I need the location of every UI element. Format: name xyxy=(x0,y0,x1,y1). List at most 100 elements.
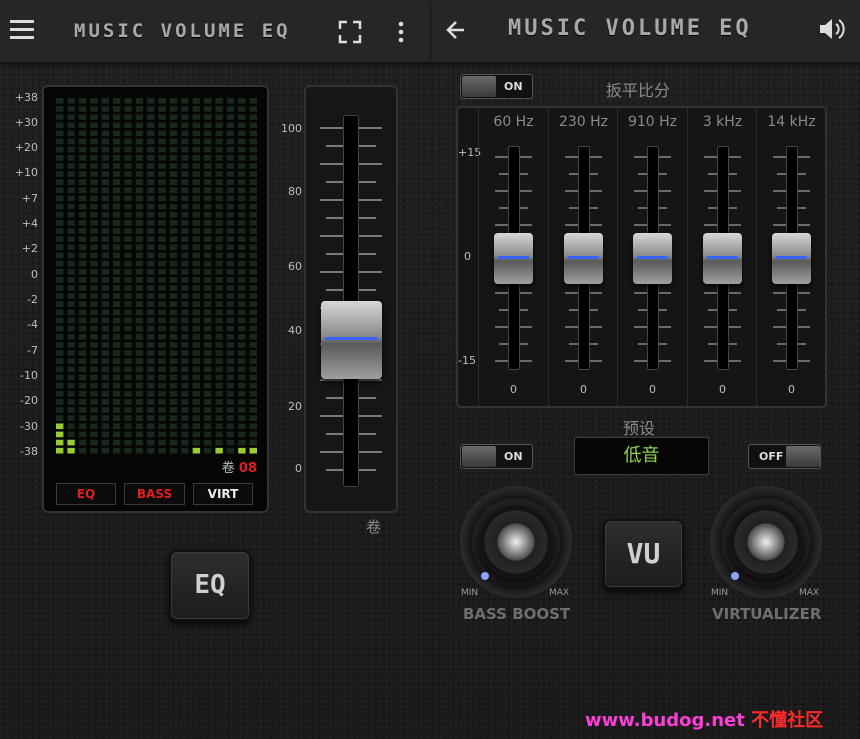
vu-segment xyxy=(226,325,235,332)
eq-band-handle[interactable] xyxy=(633,233,672,284)
vu-segment xyxy=(112,220,121,226)
vu-segment xyxy=(238,228,246,234)
vu-segment xyxy=(147,447,155,454)
vu-segment xyxy=(78,220,87,226)
vu-button[interactable]: VU xyxy=(603,519,684,589)
vu-segment xyxy=(204,203,212,210)
reset-label[interactable]: 扳平比分 xyxy=(606,77,670,101)
vu-segment xyxy=(226,390,235,397)
vu-segment xyxy=(215,187,223,194)
tab-bass[interactable]: BASS xyxy=(124,483,185,505)
vu-segment xyxy=(135,333,144,340)
vu-segment xyxy=(215,342,223,348)
db-label: +20 xyxy=(14,141,38,154)
vu-segment xyxy=(249,122,257,129)
vu-segment xyxy=(112,114,121,120)
db-label: +7 xyxy=(21,192,38,205)
vu-segment xyxy=(169,203,178,210)
vu-segment xyxy=(158,301,166,308)
vu-segment xyxy=(147,114,155,120)
vu-segment xyxy=(204,154,212,161)
vu-segment xyxy=(181,350,189,356)
speaker-icon[interactable] xyxy=(818,16,846,42)
virtualizer-knob[interactable] xyxy=(729,505,803,579)
vu-segment xyxy=(78,390,87,397)
eq-band-frequency: 60 Hz xyxy=(493,114,534,130)
vu-segment xyxy=(124,407,132,413)
vu-segment xyxy=(249,114,257,120)
vu-segment xyxy=(215,98,223,104)
vu-segment xyxy=(249,146,257,153)
vu-segment xyxy=(192,146,201,153)
vu-segment xyxy=(158,350,166,356)
vu-segment xyxy=(67,382,75,389)
vu-segment xyxy=(215,106,223,112)
vu-segment xyxy=(215,163,223,169)
vu-segment xyxy=(135,260,144,267)
eq-band-value: 0 xyxy=(649,383,656,396)
eq-band-handle[interactable] xyxy=(703,233,742,284)
vu-segment xyxy=(101,333,109,340)
vu-segment xyxy=(192,342,201,348)
vu-segment xyxy=(124,244,132,251)
db-label: -10 xyxy=(20,369,38,382)
menu-icon[interactable] xyxy=(10,20,34,40)
vu-segment xyxy=(204,146,212,153)
vu-segment xyxy=(158,333,166,340)
vu-segment xyxy=(135,122,144,129)
volume-slider-handle[interactable] xyxy=(321,301,382,379)
eq-band-handle[interactable] xyxy=(564,233,603,284)
vu-segment xyxy=(192,122,201,129)
vu-segment xyxy=(147,236,155,242)
vu-segment xyxy=(135,163,144,169)
vu-segment xyxy=(158,171,166,177)
vu-segment xyxy=(169,358,178,364)
vu-segment xyxy=(124,317,132,324)
vu-segment xyxy=(238,390,246,397)
eq-toggle[interactable]: ON xyxy=(460,74,533,99)
vu-segment xyxy=(181,285,189,291)
back-arrow-icon[interactable] xyxy=(444,18,468,42)
bass-boost-toggle[interactable]: ON xyxy=(460,444,533,469)
vu-segment xyxy=(67,285,75,291)
vu-segment xyxy=(181,98,189,104)
eq-band-value: 0 xyxy=(580,383,587,396)
vu-segment xyxy=(158,252,166,259)
vu-segment xyxy=(135,439,144,446)
vu-segment xyxy=(169,146,178,153)
vu-segment xyxy=(135,244,144,251)
vu-segment xyxy=(135,138,144,145)
vu-segment xyxy=(90,154,98,161)
vu-segment xyxy=(192,268,201,275)
vu-segment xyxy=(56,277,64,283)
vu-segment xyxy=(67,277,75,283)
tab-eq[interactable]: EQ xyxy=(56,483,116,505)
vu-segment xyxy=(67,179,75,185)
more-options-icon[interactable] xyxy=(396,20,406,44)
vu-segment xyxy=(112,138,121,145)
vu-segment xyxy=(158,366,166,373)
vu-segment xyxy=(249,399,257,405)
eq-button[interactable]: EQ xyxy=(169,550,251,621)
vu-segment xyxy=(56,228,64,234)
vu-segment xyxy=(147,138,155,145)
vu-segment xyxy=(78,228,87,234)
eq-band-handle[interactable] xyxy=(494,233,533,284)
vu-segment xyxy=(147,244,155,251)
fullscreen-icon[interactable] xyxy=(338,20,362,44)
bass-boost-knob[interactable] xyxy=(479,505,553,579)
vu-segment xyxy=(249,293,257,299)
vu-segment xyxy=(78,163,87,169)
vu-segment xyxy=(215,431,223,438)
preset-selector[interactable]: 低音 xyxy=(574,437,709,475)
vu-segment xyxy=(101,309,109,316)
vu-segment xyxy=(90,333,98,340)
eq-band-handle[interactable] xyxy=(772,233,811,284)
tab-virt[interactable]: VIRT xyxy=(193,483,253,505)
vu-segment xyxy=(226,293,235,299)
vu-segment xyxy=(215,138,223,145)
virtualizer-toggle[interactable]: OFF xyxy=(748,444,821,469)
vu-segment xyxy=(226,277,235,283)
vu-segment xyxy=(181,390,189,397)
vu-segment xyxy=(204,220,212,226)
